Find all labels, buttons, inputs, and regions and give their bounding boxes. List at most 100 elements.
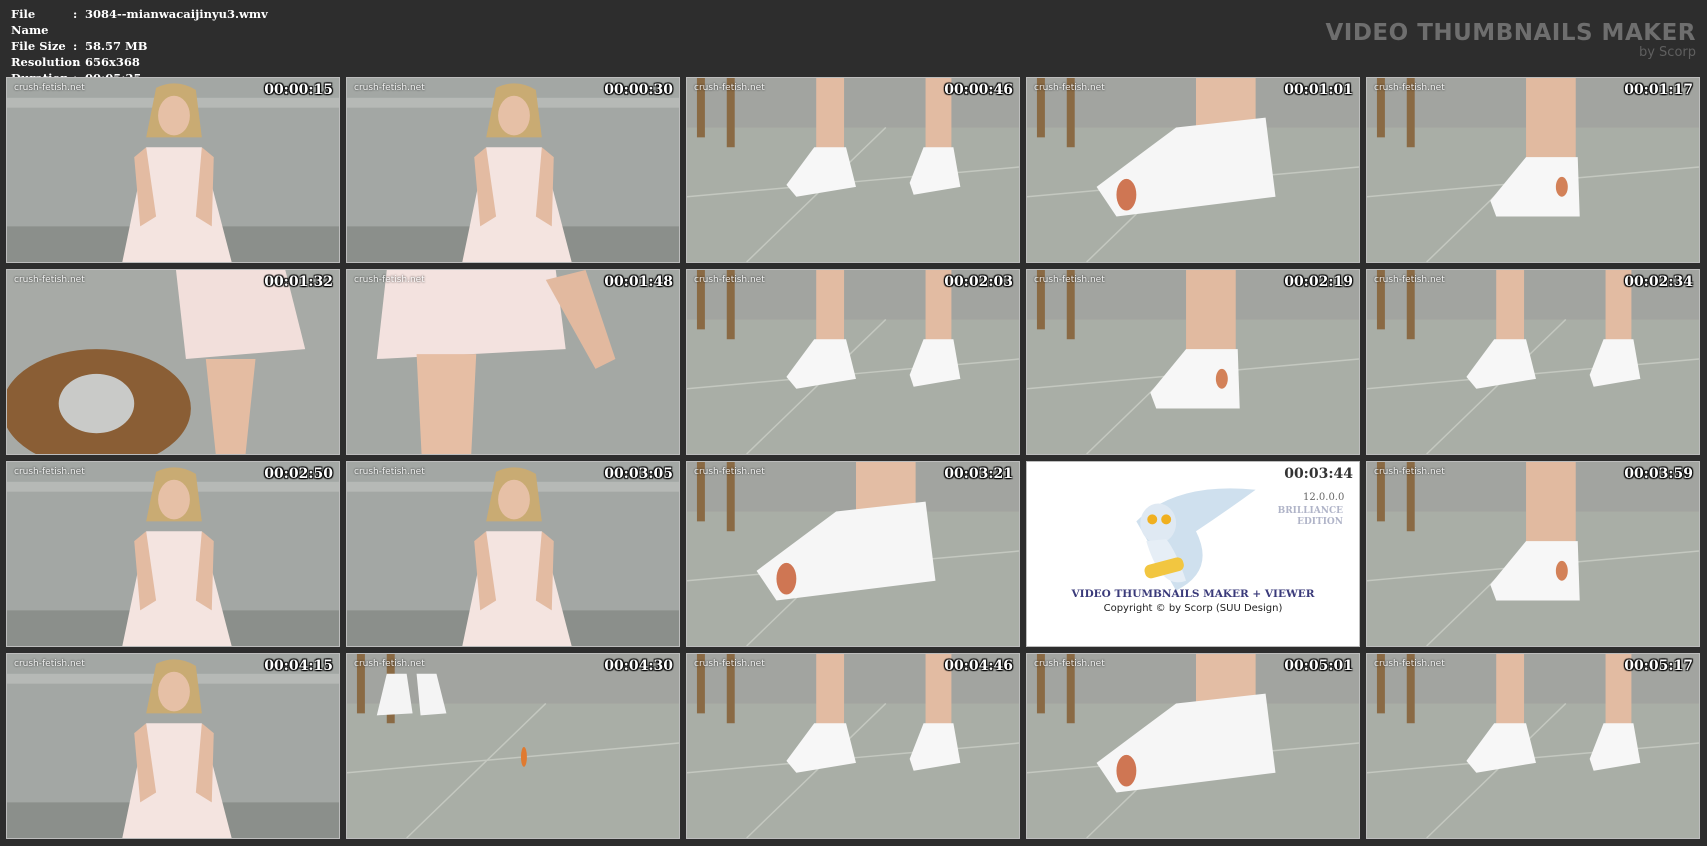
info-value: 58.57 MB (85, 39, 148, 53)
timestamp: 00:01:17 (1624, 82, 1693, 98)
timestamp: 00:04:15 (264, 658, 333, 674)
info-key: File Name (11, 7, 49, 37)
thumbnail[interactable]: crush-fetish.net 00:05:01 (1026, 653, 1360, 839)
timestamp: 00:03:59 (1624, 466, 1693, 482)
watermark: crush-fetish.net (1034, 83, 1105, 93)
watermark: crush-fetish.net (694, 467, 765, 477)
thumbnail[interactable]: crush-fetish.net 00:03:05 (346, 461, 680, 647)
watermark: crush-fetish.net (14, 659, 85, 669)
brand-subtitle: by Scorp (1638, 45, 1696, 60)
watermark: crush-fetish.net (354, 83, 425, 93)
thumbnail-image (7, 654, 339, 838)
timestamp: 00:03:44 (1284, 466, 1353, 482)
timestamp: 00:05:01 (1284, 658, 1353, 674)
thumbnail[interactable]: crush-fetish.net 00:04:46 (686, 653, 1020, 839)
watermark: crush-fetish.net (694, 275, 765, 285)
thumbnail-image (1367, 270, 1699, 454)
info-colon: : (73, 39, 78, 53)
thumbnail[interactable]: crush-fetish.net 00:01:01 (1026, 77, 1360, 263)
thumbnail-image (347, 462, 679, 646)
thumbnail[interactable]: crush-fetish.net 00:04:30 (346, 653, 680, 839)
timestamp: 00:02:50 (264, 466, 333, 482)
thumbnail-grid: crush-fetish.net 00:00:15 crush-fetish.net… (6, 77, 1700, 839)
thumbnail[interactable]: crush-fetish.net 00:03:59 (1366, 461, 1700, 647)
watermark: crush-fetish.net (1374, 83, 1445, 93)
timestamp: 00:02:03 (944, 274, 1013, 290)
timestamp: 00:02:34 (1624, 274, 1693, 290)
thumbnail[interactable]: crush-fetish.net 00:02:19 (1026, 269, 1360, 455)
thumbnail[interactable]: crush-fetish.net 00:00:15 (6, 77, 340, 263)
thumbnail-image (7, 78, 339, 262)
thumbnail[interactable]: crush-fetish.net 00:01:32 (6, 269, 340, 455)
thumbnail[interactable]: crush-fetish.net 00:00:30 (346, 77, 680, 263)
thumbnail-image (1027, 654, 1359, 838)
info-row: File Name:3084--mianwacaijinyu3.wmv (11, 6, 268, 38)
thumbnail[interactable]: crush-fetish.net 00:02:50 (6, 461, 340, 647)
watermark: crush-fetish.net (14, 467, 85, 477)
watermark: crush-fetish.net (694, 83, 765, 93)
info-value: 3084--mianwacaijinyu3.wmv (85, 7, 268, 21)
logo-name: VIDEO THUMBNAILS MAKER + VIEWER (1071, 588, 1315, 600)
thumbnail[interactable]: crush-fetish.net 00:01:17 (1366, 77, 1700, 263)
timestamp: 00:04:46 (944, 658, 1013, 674)
file-info: File Name:3084--mianwacaijinyu3.wmv File … (11, 6, 268, 86)
watermark: crush-fetish.net (694, 659, 765, 669)
timestamp: 00:03:05 (604, 466, 673, 482)
info-value: 656x368 (85, 55, 140, 69)
thumbnail[interactable]: crush-fetish.net 00:01:48 (346, 269, 680, 455)
owl-logo-art (1027, 462, 1359, 646)
thumbnail[interactable]: crush-fetish.net 00:05:17 (1366, 653, 1700, 839)
info-row: File Size:58.57 MB (11, 38, 268, 54)
watermark: crush-fetish.net (14, 275, 85, 285)
watermark: crush-fetish.net (1374, 659, 1445, 669)
timestamp: 00:00:15 (264, 82, 333, 98)
thumbnail-image (1027, 270, 1359, 454)
timestamp: 00:00:46 (944, 82, 1013, 98)
thumbnail[interactable]: crush-fetish.net 00:03:21 (686, 461, 1020, 647)
brand-title: VIDEO THUMBNAILS MAKER (1325, 20, 1696, 46)
watermark: crush-fetish.net (354, 275, 425, 285)
info-key: Resolution (11, 55, 81, 69)
timestamp: 00:02:19 (1284, 274, 1353, 290)
timestamp: 00:03:21 (944, 466, 1013, 482)
thumbnail-image (687, 462, 1019, 646)
watermark: crush-fetish.net (1374, 467, 1445, 477)
thumbnail-image (1367, 462, 1699, 646)
logo-edition-line2: EDITION (1297, 517, 1343, 527)
logo-version: 12.0.0.0 (1303, 492, 1345, 503)
thumbnail[interactable]: crush-fetish.net 00:04:15 (6, 653, 340, 839)
timestamp: 00:04:30 (604, 658, 673, 674)
timestamp: 00:01:32 (264, 274, 333, 290)
thumbnail-image (687, 78, 1019, 262)
info-row: Resolution:656x368 (11, 54, 268, 70)
thumbnail-image (1367, 654, 1699, 838)
thumbnail[interactable]: crush-fetish.net 00:00:46 (686, 77, 1020, 263)
timestamp: 00:05:17 (1624, 658, 1693, 674)
watermark: crush-fetish.net (1034, 275, 1105, 285)
logo-edition-line1: BRILLIANCE (1277, 506, 1343, 516)
brand-logo: VIDEO THUMBNAILS MAKER by Scorp (1325, 20, 1696, 60)
watermark: crush-fetish.net (354, 659, 425, 669)
logo-edition: BRILLIANCE EDITION (1278, 506, 1343, 528)
info-colon: : (73, 7, 78, 21)
thumbnail-image (1027, 78, 1359, 262)
timestamp: 00:00:30 (604, 82, 673, 98)
watermark: crush-fetish.net (1034, 659, 1105, 669)
thumbnail-image (1367, 78, 1699, 262)
thumbnail-image (347, 654, 679, 838)
thumbnail-image (7, 270, 339, 454)
thumbnail-image (347, 78, 679, 262)
logo-copyright: Copyright © by Scorp (SUU Design) (1103, 603, 1283, 614)
thumbnail[interactable]: crush-fetish.net 00:02:34 (1366, 269, 1700, 455)
timestamp: 00:01:01 (1284, 82, 1353, 98)
info-colon: : (73, 55, 78, 69)
thumbnail-image (687, 270, 1019, 454)
watermark: crush-fetish.net (14, 83, 85, 93)
watermark: crush-fetish.net (354, 467, 425, 477)
watermark: crush-fetish.net (1374, 275, 1445, 285)
thumbnail[interactable]: crush-fetish.net 00:02:03 (686, 269, 1020, 455)
thumbnail-image (347, 270, 679, 454)
timestamp: 00:01:48 (604, 274, 673, 290)
thumbnail-image (7, 462, 339, 646)
thumbnail-logo[interactable]: 12.0.0.0 BRILLIANCE EDITION VIDEO THUMBNAIL… (1026, 461, 1360, 647)
